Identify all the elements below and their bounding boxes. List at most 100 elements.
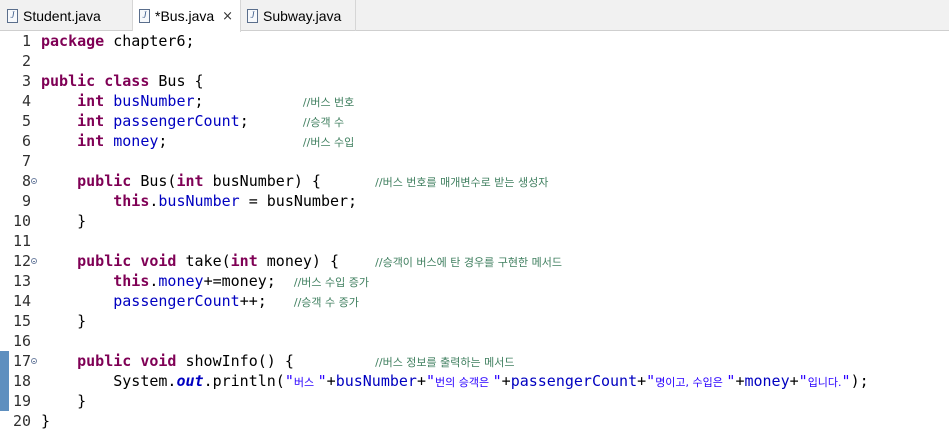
- string-quote: ": [492, 372, 502, 390]
- field-name: passengerCount: [510, 372, 638, 390]
- code-line: 20 }: [0, 411, 949, 431]
- string-quote: ": [798, 372, 808, 390]
- java-file-icon: J: [247, 8, 258, 23]
- code-token: +: [416, 372, 426, 390]
- string-quote: ": [841, 372, 851, 390]
- code-line: 19 }: [0, 391, 949, 411]
- string-literal: 버스: [293, 376, 318, 389]
- tab-subway-java[interactable]: J Subway.java: [241, 0, 356, 31]
- keyword: this: [113, 192, 150, 210]
- code-text: }: [41, 212, 87, 230]
- code-token: );: [850, 372, 869, 390]
- fold-collapse-icon[interactable]: [31, 358, 37, 364]
- string-quote: ": [426, 372, 436, 390]
- code-line: 13 this.money+=money; //버스 수입 증가: [0, 271, 949, 291]
- field-name: money: [744, 372, 790, 390]
- tab-label: Subway.java: [263, 7, 342, 24]
- code-line: 6 int money; //버스 수입: [0, 131, 949, 151]
- code-token: .println(: [203, 372, 285, 390]
- code-text: public class Bus {: [41, 71, 204, 91]
- code-text: public void showInfo() { //버스 정보를 출력하는 메…: [41, 351, 515, 373]
- keyword: this: [113, 272, 150, 290]
- code-token: +: [789, 372, 799, 390]
- line-number: 13: [12, 272, 31, 290]
- code-token: chapter6;: [104, 32, 195, 50]
- code-line: 1 package chapter6;: [0, 31, 949, 51]
- string-quote: ": [317, 372, 327, 390]
- code-token: +: [501, 372, 511, 390]
- line-number: 4: [21, 92, 31, 110]
- code-token: ++;: [239, 292, 294, 310]
- line-number: 1: [21, 32, 31, 50]
- line-number: 10: [12, 212, 31, 230]
- code-line: 2: [0, 51, 949, 71]
- code-token: System.: [113, 372, 177, 390]
- code-line: 16: [0, 331, 949, 351]
- line-number: 12: [12, 252, 31, 270]
- string-quote: ": [646, 372, 656, 390]
- code-line: 18 System.out.println("버스 "+busNumber+"번…: [0, 371, 949, 391]
- code-line: 8 public Bus(int busNumber) { //버스 번호를 매…: [0, 171, 949, 191]
- keyword: int: [77, 112, 105, 130]
- close-icon[interactable]: ×: [222, 9, 233, 24]
- keyword: int: [176, 172, 204, 190]
- code-token: = busNumber;: [239, 192, 358, 210]
- code-line: 17 public void showInfo() { //버스 정보를 출력하…: [0, 351, 949, 371]
- fold-collapse-icon[interactable]: [31, 258, 37, 264]
- line-number: 2: [21, 52, 31, 70]
- comment: //버스 번호: [302, 96, 355, 109]
- tab-student-java[interactable]: J Student.java: [0, 0, 133, 31]
- code-line: 7: [0, 151, 949, 171]
- line-number: 8: [21, 172, 31, 190]
- line-number: 17: [12, 352, 31, 370]
- line-number: 19: [12, 392, 31, 410]
- line-number: 14: [12, 292, 31, 310]
- line-number: 7: [21, 152, 31, 170]
- keyword: class: [104, 72, 150, 90]
- code-token: ;: [239, 112, 303, 130]
- comment: //승객이 버스에 탄 경우를 구현한 메서드: [375, 256, 562, 269]
- code-text: public void take(int money) { //승객이 버스에 …: [41, 251, 562, 273]
- code-text: int busNumber; //버스 번호: [41, 91, 354, 113]
- code-token: Bus {: [149, 72, 204, 90]
- code-line: 14 passengerCount++; //승객 수 증가: [0, 291, 949, 311]
- comment: //버스 수입 증가: [293, 276, 369, 289]
- tab-label: *Bus.java: [155, 8, 215, 24]
- code-token: +: [326, 372, 336, 390]
- code-token: busNumber) {: [203, 172, 376, 190]
- keyword: void: [140, 252, 177, 270]
- code-editor[interactable]: 1 package chapter6; 2 3 public class Bus…: [0, 31, 949, 436]
- string-quote: ": [284, 372, 294, 390]
- comment: //버스 정보를 출력하는 메서드: [375, 356, 515, 369]
- code-text: System.out.println("버스 "+busNumber+"번의 승…: [41, 371, 869, 393]
- code-text: int money; //버스 수입: [41, 131, 354, 153]
- code-text: this.busNumber = busNumber;: [41, 191, 357, 211]
- code-token: ;: [194, 92, 303, 110]
- line-number: 11: [12, 232, 31, 250]
- field-name: passengerCount: [113, 292, 240, 310]
- keyword: public: [77, 172, 132, 190]
- line-number: 18: [12, 372, 31, 390]
- string-literal: 입니다.: [807, 376, 842, 389]
- editor-tab-bar: J Student.java J *Bus.java × J Subway.ja…: [0, 0, 949, 32]
- tab-bus-java[interactable]: J *Bus.java ×: [133, 0, 241, 32]
- string-literal: 번의 승객은: [435, 376, 493, 389]
- field-name: passengerCount: [113, 112, 240, 130]
- string-literal: 명이고, 수입은: [655, 376, 727, 389]
- code-text: package chapter6;: [41, 31, 195, 51]
- code-text: int passengerCount; //승객 수: [41, 111, 344, 133]
- code-token: take(: [176, 252, 231, 270]
- code-text: }: [41, 312, 87, 330]
- code-text: }: [41, 392, 87, 410]
- code-line: 12 public void take(int money) { //승객이 버…: [0, 251, 949, 271]
- keyword: int: [230, 252, 258, 270]
- comment: //승객 수: [302, 116, 345, 129]
- fold-collapse-icon[interactable]: [31, 178, 37, 184]
- line-number: 15: [12, 312, 31, 330]
- field-name: busNumber: [335, 372, 417, 390]
